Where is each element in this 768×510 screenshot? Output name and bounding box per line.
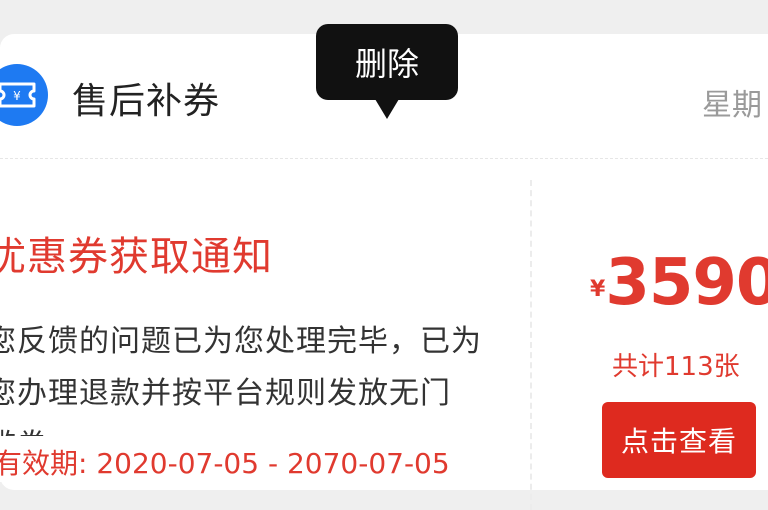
currency-symbol: ¥ (590, 277, 606, 302)
notice-title: 优惠券获取通知 (0, 234, 273, 280)
header-divider (0, 158, 768, 159)
tooltip-arrow (375, 99, 399, 119)
coupon-amount: ¥3590 (590, 246, 768, 320)
notice-body: 您反馈的问题已为您处理完毕，已为 您办理退款并按平台规则发放无门 槛券 (0, 316, 506, 436)
notice-body-line: 您办理退款并按平台规则发放无门 (0, 376, 451, 411)
service-title: 售后补券 (72, 81, 221, 122)
coupon-count: 共计113张 (612, 352, 740, 382)
ticket-yen-icon: ¥ (0, 64, 48, 126)
notice-body-line: 槛券 (0, 420, 506, 436)
ticket-icon-graphic: ¥ (0, 82, 36, 108)
delete-tooltip[interactable]: 删除 (316, 24, 458, 100)
yen-glyph: ¥ (13, 89, 21, 103)
amount-value: 3590 (605, 246, 768, 320)
notice-body-line: 您反馈的问题已为您处理完毕，已为 (0, 324, 482, 359)
validity-period: 有效期: 2020-07-05 - 2070-07-05 (0, 442, 456, 482)
view-coupons-button[interactable]: 点击查看 (602, 402, 756, 478)
message-time: 星期 (702, 88, 762, 123)
coupon-perforation (530, 180, 532, 510)
